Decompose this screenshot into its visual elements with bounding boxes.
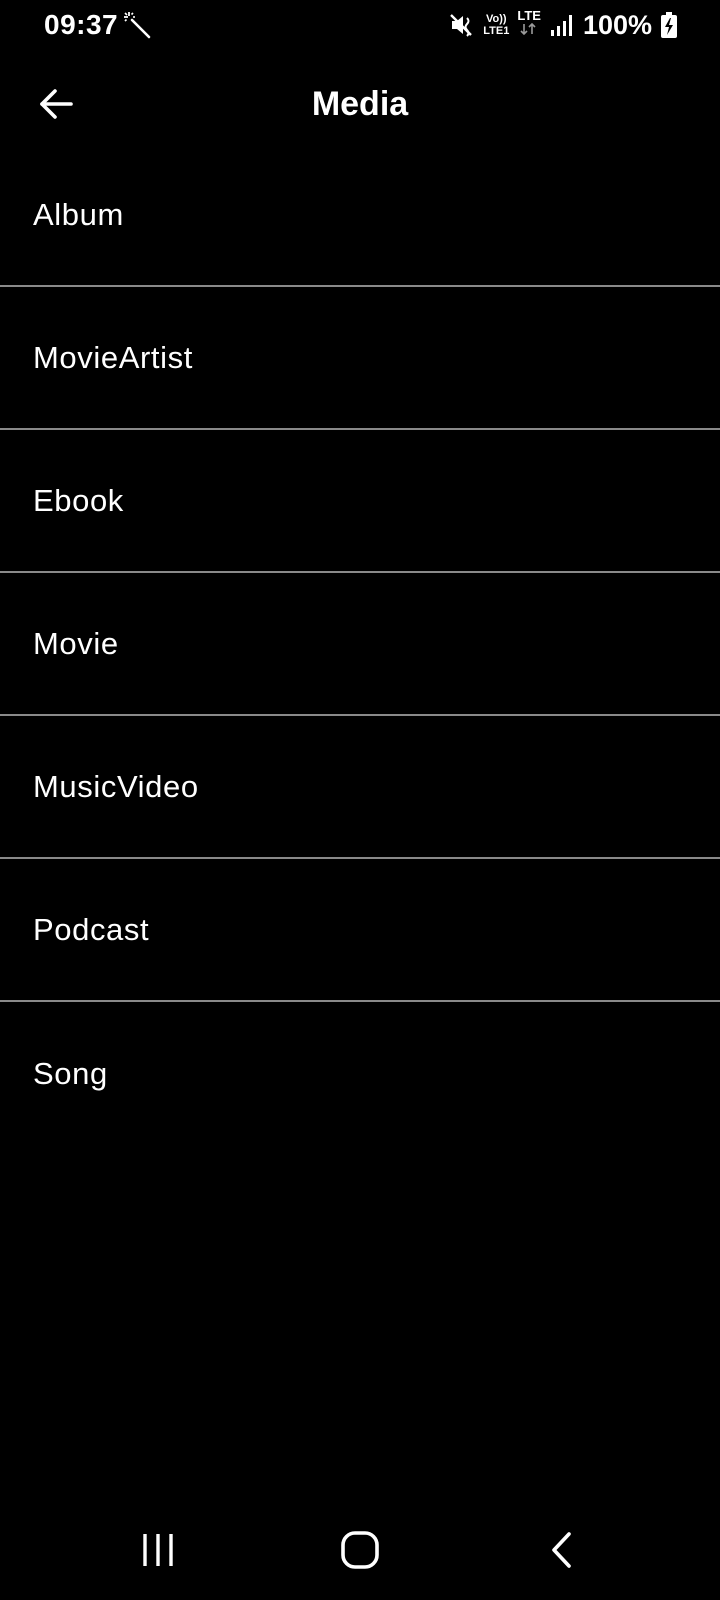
media-list: Album MovieArtist Ebook Movie MusicVideo… [0, 144, 720, 1145]
list-item-movie[interactable]: Movie [0, 573, 720, 716]
volte-icon: Vo)) LTE1 [483, 13, 509, 37]
list-item-label: Ebook [33, 482, 124, 518]
list-item-label: Song [33, 1055, 108, 1091]
system-back-button[interactable] [522, 1520, 602, 1580]
data-arrows-icon [520, 22, 536, 36]
home-button[interactable] [320, 1520, 400, 1580]
magic-wand-icon [124, 12, 151, 39]
lte-label: LTE [517, 8, 541, 23]
volte-bottom-label: LTE1 [483, 25, 510, 37]
volte-top-label: Vo)) [486, 13, 507, 25]
list-item-label: Movie [33, 625, 119, 661]
list-item-album[interactable]: Album [0, 144, 720, 287]
list-item-label: Podcast [33, 911, 150, 947]
list-item-label: MovieArtist [33, 339, 193, 375]
battery-percent: 100% [582, 10, 652, 40]
list-item-ebook[interactable]: Ebook [0, 430, 720, 573]
list-item-movieartist[interactable]: MovieArtist [0, 287, 720, 430]
list-item-song[interactable]: Song [0, 1002, 720, 1145]
list-item-label: MusicVideo [33, 768, 199, 804]
status-time: 09:37 [44, 9, 119, 40]
list-item-podcast[interactable]: Podcast [0, 859, 720, 1002]
recent-apps-button[interactable] [118, 1520, 198, 1580]
status-bar: 09:37 Vo)) LTE1 LTE 100% [0, 0, 720, 50]
navigation-bar [0, 1500, 720, 1600]
recent-apps-icon [143, 1534, 173, 1566]
home-icon [341, 1531, 379, 1569]
app-bar: Media [0, 56, 720, 152]
back-icon [552, 1532, 571, 1568]
mute-vibrate-icon [450, 14, 473, 37]
list-item-label: Album [33, 196, 124, 232]
signal-icon [550, 15, 572, 36]
lte-data-icon: LTE [517, 8, 541, 40]
status-indicators: Vo)) LTE1 LTE 100% [449, 8, 678, 42]
list-item-musicvideo[interactable]: MusicVideo [0, 716, 720, 859]
page-title: Media [311, 85, 409, 123]
battery-charging-icon [661, 12, 677, 38]
